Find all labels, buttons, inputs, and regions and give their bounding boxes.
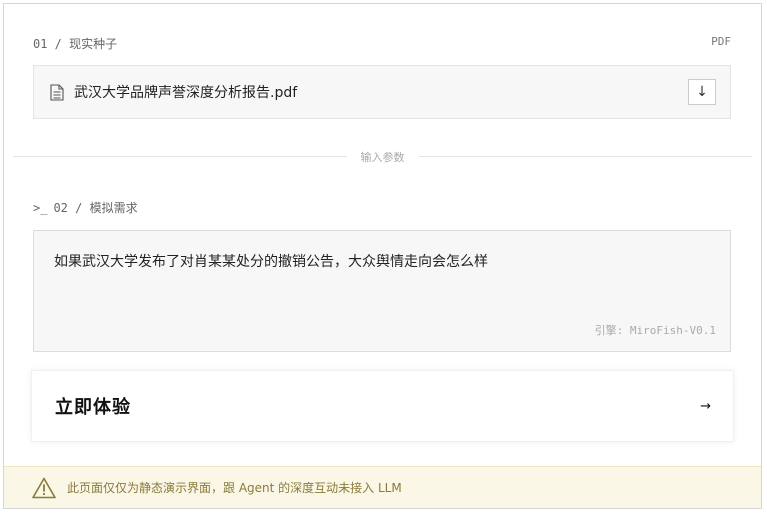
section-label: 02 / 模拟需求	[53, 201, 138, 215]
try-now-button[interactable]: 立即体验 →	[31, 370, 734, 442]
prompt-text: 如果武汉大学发布了对肖某某处分的撤销公告，大众舆情走向会怎么样	[54, 254, 488, 270]
terminal-icon: >_	[33, 200, 48, 215]
file-type-tag: PDF	[711, 35, 731, 48]
document-icon	[50, 83, 64, 101]
section-divider: 输入参数	[13, 148, 752, 165]
engine-label: 引擎: MiroFish-V0.1	[594, 324, 716, 337]
section-label: 01 / 现实种子	[33, 37, 118, 51]
warning-icon	[32, 477, 56, 499]
download-button[interactable]: ↓	[688, 79, 716, 105]
divider-line-right	[418, 156, 752, 157]
file-name: 武汉大学品牌声誉深度分析报告.pdf	[74, 85, 298, 101]
section-header-seed: 01 / 现实种子	[33, 35, 117, 52]
notice-text: 此页面仅仅为静态演示界面，跟 Agent 的深度互动未接入 LLM	[67, 481, 402, 495]
arrow-right-icon: →	[700, 398, 711, 414]
try-now-label: 立即体验	[55, 397, 131, 418]
file-item[interactable]: 武汉大学品牌声誉深度分析报告.pdf ↓	[33, 65, 731, 119]
download-icon: ↓	[696, 84, 708, 100]
divider-line-left	[13, 156, 347, 157]
prompt-textarea[interactable]: 如果武汉大学发布了对肖某某处分的撤销公告，大众舆情走向会怎么样 引擎: Miro…	[33, 230, 731, 352]
demo-notice-banner: 此页面仅仅为静态演示界面，跟 Agent 的深度互动未接入 LLM	[4, 466, 761, 508]
divider-label: 输入参数	[346, 148, 419, 165]
main-panel: 01 / 现实种子 PDF 武汉大学品牌声誉深度分析报告.pdf ↓ 输入参数 …	[3, 3, 762, 509]
section-header-requirement: >_ 02 / 模拟需求	[33, 199, 138, 216]
